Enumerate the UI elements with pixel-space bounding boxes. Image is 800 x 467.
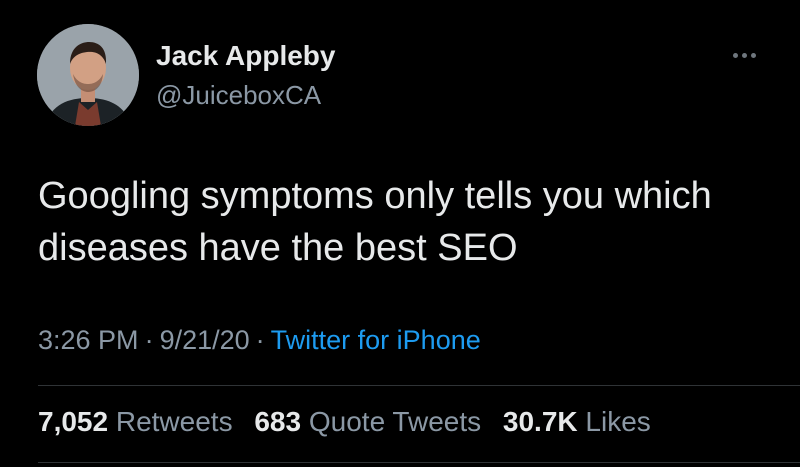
author-display-name[interactable]: Jack Appleby: [156, 40, 335, 72]
retweets-stat[interactable]: 7,052 Retweets: [38, 406, 233, 437]
meta-separator: ·: [255, 325, 265, 355]
more-options-button[interactable]: [724, 40, 764, 70]
author-avatar[interactable]: [37, 24, 139, 126]
tweet-source-link[interactable]: Twitter for iPhone: [271, 325, 481, 355]
quote-tweets-stat[interactable]: 683 Quote Tweets: [254, 406, 481, 437]
quote-tweets-count: 683: [254, 406, 302, 437]
author-handle[interactable]: @JuiceboxCA: [156, 80, 321, 111]
likes-count: 30.7K: [502, 406, 578, 437]
retweets-count: 7,052: [38, 406, 109, 437]
tweet-date[interactable]: 9/21/20: [160, 325, 250, 355]
person-avatar-icon: [37, 24, 139, 126]
tweet-time[interactable]: 3:26 PM: [38, 325, 139, 355]
more-horizontal-icon: [750, 52, 756, 58]
more-horizontal-icon: [732, 52, 738, 58]
more-horizontal-icon: [741, 52, 747, 58]
tweet-meta: 3:26 PM · 9/21/20 · Twitter for iPhone: [38, 325, 481, 356]
likes-label: Likes: [585, 406, 651, 437]
meta-separator: ·: [144, 325, 154, 355]
likes-stat[interactable]: 30.7K Likes: [503, 406, 651, 437]
retweets-label: Retweets: [115, 406, 233, 437]
tweet-stats: 7,052 Retweets 683 Quote Tweets 30.7K Li…: [38, 406, 665, 438]
tweet-text: Googling symptoms only tells you which d…: [38, 175, 712, 269]
divider: [38, 462, 800, 463]
divider: [38, 385, 800, 386]
tweet-card: Jack Appleby @JuiceboxCA Googling sympto…: [0, 0, 800, 467]
quote-tweets-label: Quote Tweets: [308, 406, 482, 437]
